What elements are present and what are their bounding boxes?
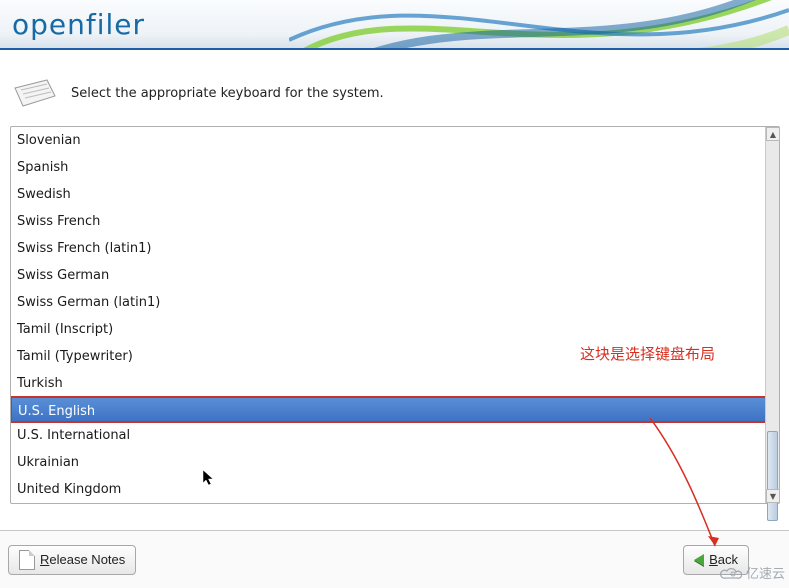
list-item[interactable]: Swiss German (latin1) [11,289,767,316]
installer-header: openfiler [0,0,789,50]
list-item[interactable]: Swedish [11,181,767,208]
list-item[interactable]: Swiss German [11,262,767,289]
cloud-icon [720,566,742,580]
scroll-track[interactable] [766,141,779,489]
scroll-up-button[interactable]: ▲ [766,127,780,141]
instruction-text: Select the appropriate keyboard for the … [71,86,384,101]
list-item[interactable]: Spanish [11,154,767,181]
list-item[interactable]: Tamil (Inscript) [11,316,767,343]
document-icon [19,550,35,570]
list-item[interactable]: United Kingdom [11,476,767,503]
list-item[interactable]: U.S. International [11,422,767,449]
instruction-row: Select the appropriate keyboard for the … [10,70,779,126]
installer-footer: Release Notes Back [0,530,789,588]
annotation-label: 这块是选择键盘布局 [580,343,715,364]
release-notes-label: Release Notes [40,552,125,567]
list-item[interactable]: U.S. English [11,396,767,423]
scroll-thumb[interactable] [767,431,778,521]
arrow-left-icon [694,554,704,566]
main-content: Select the appropriate keyboard for the … [0,50,789,504]
list-item[interactable]: Swiss French [11,208,767,235]
list-scrollbar[interactable]: ▲ ▼ [765,127,779,503]
scroll-down-button[interactable]: ▼ [766,489,780,503]
list-item[interactable]: Turkish [11,370,767,397]
watermark-text: 亿速云 [746,563,785,582]
watermark: 亿速云 [720,563,785,582]
keyboard-icon [13,78,57,108]
brand-text: openfiler [12,8,145,41]
list-item[interactable]: Ukrainian [11,449,767,476]
brand-logo: openfiler [12,8,145,41]
list-item[interactable]: Swiss French (latin1) [11,235,767,262]
keyboard-layout-listbox[interactable]: SlovenianSpanishSwedishSwiss FrenchSwiss… [10,126,780,504]
release-notes-button[interactable]: Release Notes [8,545,136,575]
list-item[interactable]: Slovenian [11,127,767,154]
